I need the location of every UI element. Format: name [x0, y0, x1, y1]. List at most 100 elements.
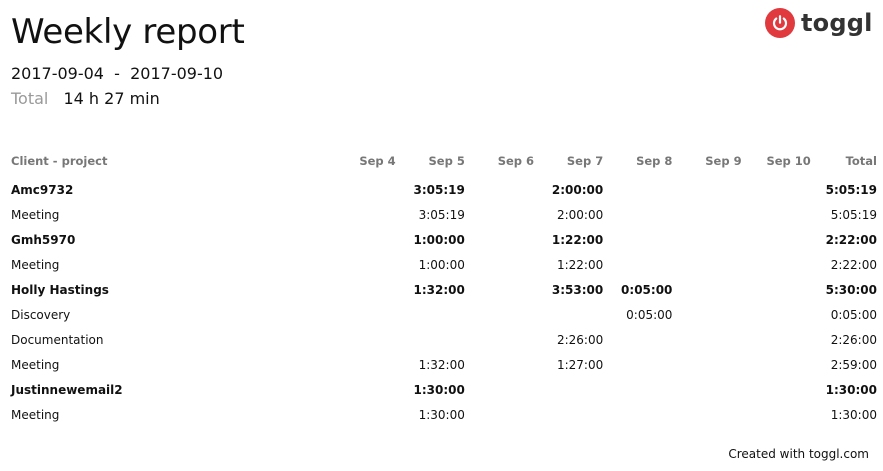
time-cell [742, 352, 811, 377]
time-cell [672, 177, 741, 202]
project-name: Meeting [11, 407, 60, 422]
column-header: Sep 8 [636, 154, 673, 168]
time-cell: 2:00:00 [556, 207, 604, 222]
time-cell [672, 377, 741, 402]
time-cell [603, 227, 672, 252]
column-header: Sep 7 [566, 154, 604, 168]
project-name: Meeting [11, 257, 60, 272]
time-cell: 2:22:00 [825, 232, 877, 247]
time-cell: 0:05:00 [621, 282, 673, 297]
project-row: Meeting 1:00:00 1:22:00 2:22:00 [11, 252, 877, 277]
time-cell [742, 302, 811, 327]
time-cell [672, 327, 741, 352]
time-cell [465, 227, 534, 252]
total-summary: Total 14 h 27 min [11, 88, 160, 110]
time-cell: 3:05:19 [413, 182, 465, 197]
date-start: 2017-09-04 [11, 64, 104, 83]
total-value: 14 h 27 min [63, 89, 160, 108]
time-cell [465, 177, 534, 202]
time-cell [534, 302, 603, 327]
time-cell [326, 302, 395, 327]
client-row: Justinnewemail2 1:30:00 1:30:00 [11, 377, 877, 402]
project-name: Documentation [11, 332, 104, 347]
time-cell [672, 277, 741, 302]
client-name: Holly Hastings [11, 282, 109, 297]
time-cell [465, 277, 534, 302]
time-cell: 2:59:00 [830, 357, 877, 372]
time-cell [326, 227, 395, 252]
time-cell [326, 377, 395, 402]
time-cell [742, 277, 811, 302]
time-cell: 1:30:00 [413, 382, 465, 397]
time-cell [326, 327, 395, 352]
time-cell: 2:26:00 [830, 332, 877, 347]
time-cell [534, 377, 603, 402]
time-cell [465, 302, 534, 327]
date-range: 2017-09-04 - 2017-09-10 [11, 63, 223, 85]
column-header-project: Client - project [11, 154, 108, 168]
power-icon [765, 8, 795, 38]
time-cell [603, 177, 672, 202]
project-name: Meeting [11, 207, 60, 222]
time-cell [326, 177, 395, 202]
project-row: Meeting 1:30:00 1:30:00 [11, 402, 877, 427]
time-cell [742, 177, 811, 202]
time-cell [465, 202, 534, 227]
column-header: Sep 6 [497, 154, 535, 168]
logo-text: toggl [801, 9, 873, 37]
time-cell: 1:30:00 [418, 407, 465, 422]
time-cell [742, 402, 811, 427]
project-name: Meeting [11, 357, 60, 372]
time-cell: 2:00:00 [551, 182, 604, 197]
project-row: Meeting 3:05:19 2:00:00 5:05:19 [11, 202, 877, 227]
client-name: Amc9732 [11, 182, 74, 197]
time-cell [742, 202, 811, 227]
time-cell [672, 202, 741, 227]
client-name: Justinnewemail2 [11, 382, 123, 397]
project-row: Discovery 0:05:00 0:05:00 [11, 302, 877, 327]
project-row: Documentation 2:26:00 2:26:00 [11, 327, 877, 352]
total-label: Total [11, 89, 49, 108]
time-cell: 0:05:00 [626, 307, 673, 322]
footer-credit: Created with toggl.com [728, 447, 869, 461]
time-cell: 2:22:00 [830, 257, 877, 272]
time-cell [672, 302, 741, 327]
time-cell [465, 327, 534, 352]
date-end: 2017-09-10 [130, 64, 224, 83]
column-header: Sep 9 [705, 154, 742, 168]
date-separator: - [114, 64, 120, 83]
column-header: Sep 10 [766, 154, 811, 168]
time-cell: 5:30:00 [825, 282, 877, 297]
time-cell [672, 227, 741, 252]
time-cell [742, 327, 811, 352]
time-cell [603, 327, 672, 352]
time-cell [603, 352, 672, 377]
report-title: Weekly report [11, 12, 245, 52]
time-cell [326, 352, 395, 377]
client-row: Amc9732 3:05:19 2:00:00 5:05:19 [11, 177, 877, 202]
client-row: Gmh5970 1:00:00 1:22:00 2:22:00 [11, 227, 877, 252]
time-cell [396, 302, 465, 327]
time-cell [603, 202, 672, 227]
column-header: Sep 4 [359, 154, 396, 168]
time-cell: 5:05:19 [830, 207, 877, 222]
client-row: Holly Hastings 1:32:00 3:53:00 0:05:00 5:30:… [11, 277, 877, 302]
table-body: Amc9732 3:05:19 2:00:00 5:05:19 Meeting 3:05:… [11, 177, 877, 427]
time-cell [326, 402, 395, 427]
column-header: Sep 5 [428, 154, 465, 168]
time-cell: 1:30:00 [830, 407, 877, 422]
time-cell: 1:27:00 [556, 357, 604, 372]
weekly-report-table: Client - project Sep 4 Sep 5 Sep 6 Sep 7 Sep … [11, 151, 877, 427]
time-cell: 1:32:00 [413, 282, 465, 297]
time-cell [326, 277, 395, 302]
project-name: Discovery [11, 307, 71, 322]
time-cell: 1:00:00 [418, 257, 465, 272]
time-cell: 1:00:00 [413, 232, 465, 247]
time-cell: 0:05:00 [830, 307, 877, 322]
time-cell [603, 402, 672, 427]
time-cell: 1:32:00 [418, 357, 465, 372]
time-cell [742, 377, 811, 402]
time-cell [672, 352, 741, 377]
client-name: Gmh5970 [11, 232, 76, 247]
time-cell [465, 402, 534, 427]
